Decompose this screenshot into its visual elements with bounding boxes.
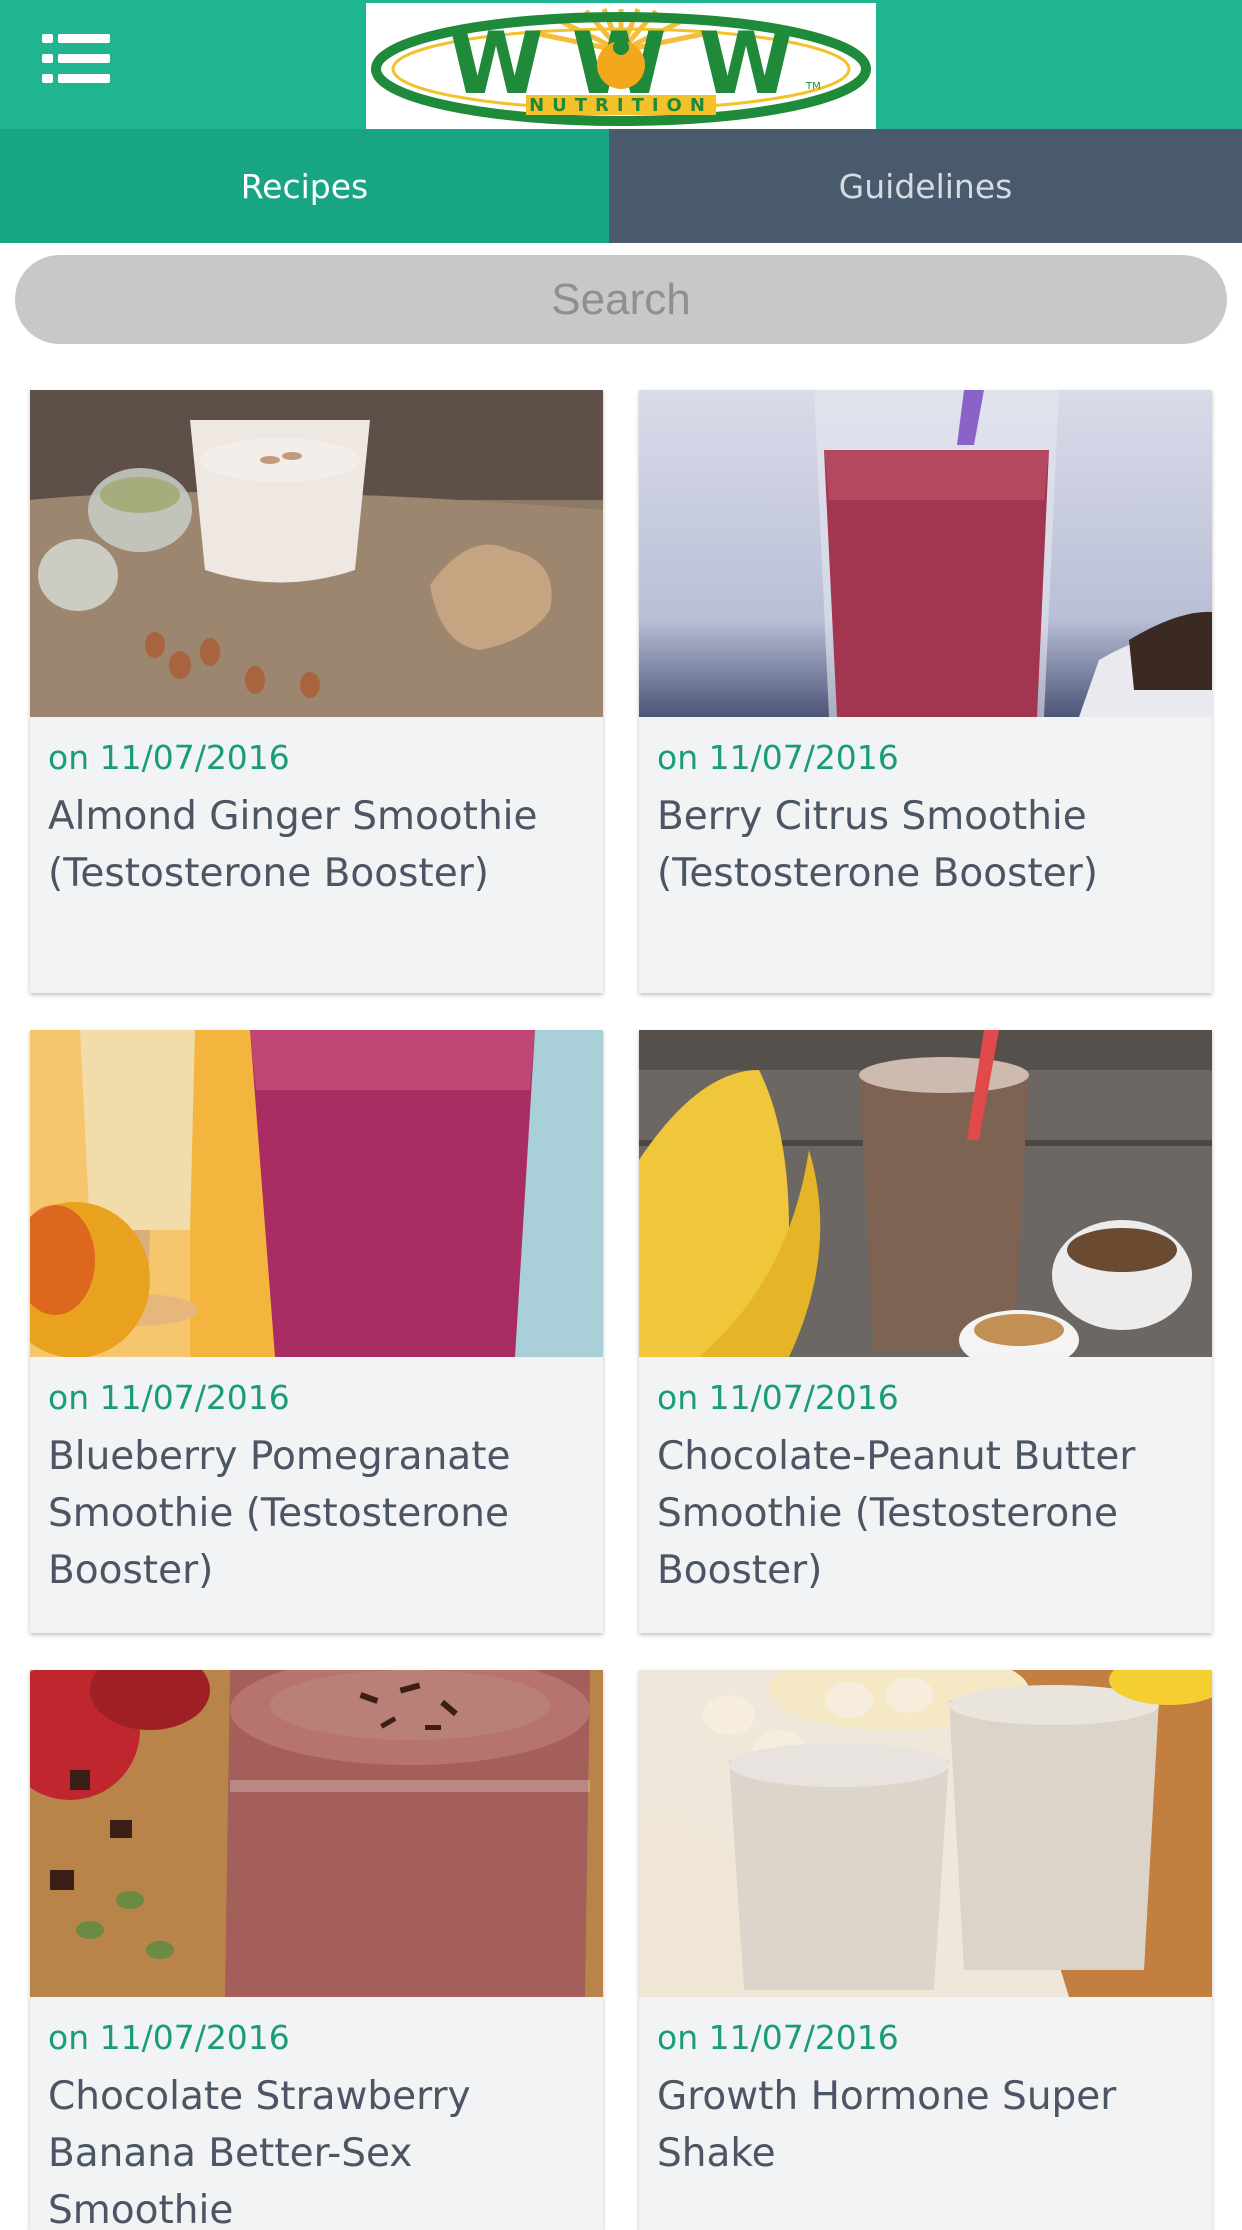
recipe-image [639, 390, 1212, 717]
recipe-title: Blueberry Pomegranate Smoothie (Testoste… [48, 1434, 511, 1593]
recipe-image [639, 1670, 1212, 1997]
recipe-title: Almond Ginger Smoothie (Testosterone Boo… [48, 794, 538, 896]
recipe-card[interactable]: on 11/07/2016 Chocolate-Peanut Butter Sm… [639, 1030, 1212, 1633]
tab-recipes[interactable]: Recipes [0, 129, 609, 243]
svg-text:TM: TM [805, 81, 821, 92]
recipe-image [30, 1030, 603, 1357]
recipe-title: Chocolate Strawberry Banana Better-Sex S… [48, 2074, 471, 2230]
tab-recipes-label: Recipes [240, 166, 369, 206]
recipe-date: on 11/07/2016 [657, 738, 899, 777]
recipe-date: on 11/07/2016 [48, 2018, 290, 2057]
recipe-title: Growth Hormone Super Shake [657, 2074, 1117, 2176]
recipe-date: on 11/07/2016 [657, 2018, 899, 2057]
recipe-title: Berry Citrus Smoothie (Testosterone Boos… [657, 794, 1098, 896]
recipe-card[interactable]: on 11/07/2016 Berry Citrus Smoothie (Tes… [639, 390, 1212, 993]
recipe-date: on 11/07/2016 [48, 1378, 290, 1417]
recipe-image [639, 1030, 1212, 1357]
tab-guidelines[interactable]: Guidelines [609, 129, 1242, 243]
recipe-title: Chocolate-Peanut Butter Smoothie (Testos… [657, 1434, 1136, 1593]
recipe-card[interactable]: on 11/07/2016 Blueberry Pomegranate Smoo… [30, 1030, 603, 1633]
hamburger-menu-icon[interactable] [40, 30, 110, 88]
recipe-image [30, 1670, 603, 1997]
recipe-date: on 11/07/2016 [657, 1378, 899, 1417]
recipe-date: on 11/07/2016 [48, 738, 290, 777]
tab-guidelines-label: Guidelines [838, 166, 1013, 206]
tab-bar: Recipes Guidelines [0, 129, 1242, 243]
recipe-card[interactable]: on 11/07/2016 Almond Ginger Smoothie (Te… [30, 390, 603, 993]
svg-text:NUTRITION: NUTRITION [529, 95, 713, 116]
search-input[interactable] [15, 255, 1227, 344]
recipe-card[interactable]: on 11/07/2016 Growth Hormone Super Shake [639, 1670, 1212, 2230]
app-header: W W W NUTRITION TM [0, 0, 1242, 129]
recipe-card[interactable]: on 11/07/2016 Chocolate Strawberry Banan… [30, 1670, 603, 2230]
recipe-image [30, 390, 603, 717]
wow-nutrition-logo: W W W NUTRITION TM [366, 3, 876, 129]
